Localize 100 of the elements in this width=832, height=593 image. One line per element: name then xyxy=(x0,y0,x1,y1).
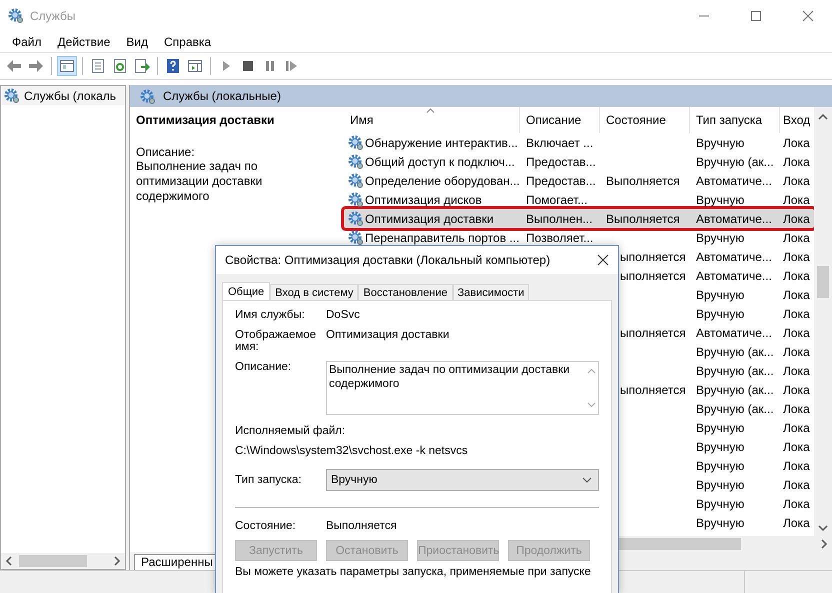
dialog-tab[interactable]: Восстановление xyxy=(358,284,453,300)
table-cell: Оптимизация дисков xyxy=(365,192,482,206)
forward-arrow-icon xyxy=(28,58,44,74)
column-header[interactable]: Описание xyxy=(520,107,600,133)
table-cell: Вручную (ак... xyxy=(696,382,774,396)
gear-icon xyxy=(8,8,23,23)
table-cell: Лока xyxy=(783,420,810,434)
description-text: Выполнение задач по оптимизации доставки содержимого xyxy=(136,159,264,204)
field-label: Описание: xyxy=(235,361,292,373)
table-cell: Позволяет... xyxy=(526,230,594,244)
toolbar-button[interactable] xyxy=(57,56,77,76)
gear-icon xyxy=(140,88,155,104)
scrollbar-thumb[interactable] xyxy=(19,555,87,567)
table-cell: Автоматиче... xyxy=(696,268,772,282)
panel-icon xyxy=(187,58,203,74)
table-cell: Включает ... xyxy=(526,136,594,150)
sort-caret-icon xyxy=(426,108,435,113)
gear-icon xyxy=(348,230,363,245)
table-cell: Вручную xyxy=(696,420,744,434)
table-cell: Автоматиче... xyxy=(696,250,772,264)
panel-icon xyxy=(59,58,75,74)
table-cell: Лока xyxy=(783,458,810,472)
hint-text: Вы можете указать параметры запуска, применяемые при запуске xyxy=(235,566,592,578)
table-cell: Лока xyxy=(783,344,810,358)
table-cell: Автоматиче... xyxy=(696,212,772,226)
scroll-right-icon[interactable] xyxy=(820,539,828,549)
menu-item[interactable]: Файл xyxy=(4,34,50,48)
table-cell: Лока xyxy=(783,306,810,320)
scrollbar[interactable] xyxy=(814,107,832,536)
table-cell: Выполнен... xyxy=(526,212,592,226)
dialog-tab[interactable]: Зависимости xyxy=(452,284,530,300)
export-icon xyxy=(134,58,150,74)
maximize-icon[interactable] xyxy=(750,10,762,22)
table-cell: Вручную (ак... xyxy=(696,344,774,358)
table-cell: Лока xyxy=(783,288,810,302)
table-row[interactable]: Общий доступ к подключ... Предостав... Вручную (ак... Лока xyxy=(344,152,814,171)
table-cell: Лока xyxy=(783,250,810,264)
scroll-up-icon[interactable] xyxy=(818,113,828,121)
field-value: C:\Windows\system32\svchost.exe -k netsvcs xyxy=(235,445,469,457)
back-arrow-icon xyxy=(6,58,22,74)
dialog-title: Свойства: Оптимизация доставки (Локальный компьютер) xyxy=(225,253,552,267)
table-cell: Лока xyxy=(783,212,810,226)
close-icon[interactable] xyxy=(597,254,609,266)
column-header[interactable]: Имя xyxy=(344,107,520,133)
table-cell: Общий доступ к подключ... xyxy=(365,154,515,168)
field-label: Исполняемый файл: xyxy=(235,425,346,437)
table-cell: Перенаправитель портов ... xyxy=(365,230,520,244)
field-value: Выполняется xyxy=(326,520,397,532)
refresh-icon xyxy=(112,58,128,74)
table-row[interactable]: Оптимизация доставки Выполнен... Выполняется Автоматиче... Лока xyxy=(344,209,814,228)
menu-item[interactable]: Справка xyxy=(156,34,220,48)
gear-icon xyxy=(4,88,19,103)
table-cell: Лока xyxy=(783,230,810,244)
field-label: Отображаемое имя: xyxy=(235,329,318,353)
table-cell: Предостав... xyxy=(526,174,596,188)
scroll-down-icon[interactable] xyxy=(818,524,828,532)
dialog-tab[interactable]: Общие xyxy=(222,282,270,300)
list-icon xyxy=(90,58,106,74)
table-cell: Обнаружение интерактив... xyxy=(365,136,518,150)
table-cell: Выполняется xyxy=(606,174,680,188)
scroll-up-icon xyxy=(586,368,596,374)
menu-item[interactable]: Вид xyxy=(118,34,156,48)
column-header[interactable]: Вход xyxy=(780,107,814,133)
table-cell: Оптимизация доставки xyxy=(365,212,494,226)
help-icon xyxy=(165,58,181,74)
menu-item[interactable]: Действие xyxy=(50,34,118,48)
table-cell: Лока xyxy=(783,154,810,168)
table-row[interactable]: Перенаправитель портов ... Позволяет... Вручную Лока xyxy=(344,228,814,247)
table-cell: Вручную xyxy=(696,192,744,206)
table-cell: ыполняется xyxy=(620,382,686,396)
scroll-left-icon[interactable] xyxy=(5,556,13,566)
field-value: DoSvc xyxy=(326,309,361,321)
gear-icon xyxy=(348,211,363,226)
table-cell: Вручную (ак... xyxy=(696,154,774,168)
table-row[interactable]: Оптимизация дисков Помогает... Вручную Лока xyxy=(344,190,814,209)
dialog-tab[interactable]: Вход в систему xyxy=(270,284,358,300)
table-row[interactable]: Обнаружение интерактив... Включает ... Вручную Лока xyxy=(344,133,814,152)
table-cell: Лока xyxy=(783,440,810,454)
toolbar-button[interactable] xyxy=(132,56,152,76)
table-cell: Вручную xyxy=(696,516,744,530)
table-cell: Лока xyxy=(783,192,810,206)
table-cell: Лока xyxy=(783,268,810,282)
window-title: Службы xyxy=(30,8,76,22)
table-cell: Помогает... xyxy=(526,192,588,206)
table-row[interactable]: Определение оборудован... Предостав... Выполняется Автоматиче... Лока xyxy=(344,171,814,190)
description-field[interactable]: Выполнение задач по оптимизации доставки содержимого xyxy=(326,361,599,415)
gear-icon xyxy=(348,173,363,188)
pane-title: Службы (локальные) xyxy=(163,89,281,103)
column-header[interactable]: Тип запуска xyxy=(690,107,780,133)
field-label: Имя службы: xyxy=(235,309,306,321)
chevron-down-icon xyxy=(582,477,592,483)
stop-icon xyxy=(240,58,256,74)
column-header[interactable]: Состояние xyxy=(600,107,690,133)
table-cell: Лока xyxy=(783,382,810,396)
startup-type-dropdown[interactable]: Вручную xyxy=(326,469,599,491)
scrollbar-thumb[interactable] xyxy=(817,266,829,298)
table-cell: Автоматиче... xyxy=(696,174,772,188)
scrollbar[interactable] xyxy=(1,553,125,569)
table-cell: Лока xyxy=(783,174,810,188)
scroll-right-icon[interactable] xyxy=(113,556,121,566)
